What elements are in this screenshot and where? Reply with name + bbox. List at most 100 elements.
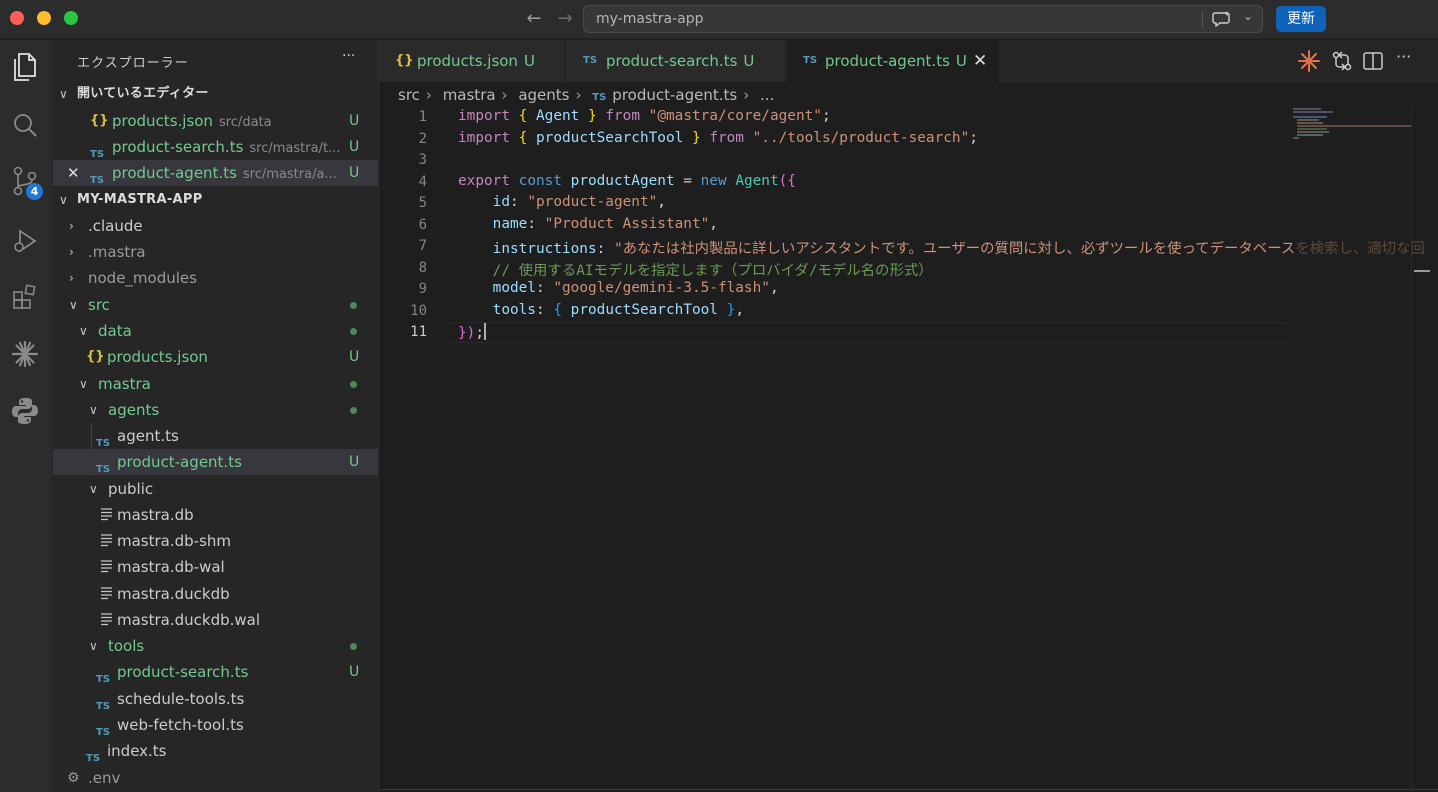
tab-products-json[interactable]: {} products.json U: [379, 40, 565, 82]
json-file-icon: {}: [86, 349, 105, 364]
code-editor[interactable]: 1 2 3 4 5 6 7 8 9 10 11 import { Agent }…: [379, 106, 1438, 792]
search-icon[interactable]: [8, 108, 42, 142]
tree-file[interactable]: ⚙ .env: [53, 765, 378, 791]
project-header[interactable]: ∨ MY-MASTRA-APP: [53, 187, 378, 213]
file-name: products.json: [107, 348, 208, 366]
folder-name: src: [88, 296, 110, 314]
chevron-right-icon: ›: [743, 86, 750, 104]
tree-file[interactable]: mastra.db: [53, 502, 378, 528]
vertical-scrollbar[interactable]: [1411, 106, 1412, 792]
minimap[interactable]: [1291, 106, 1411, 166]
tree-folder[interactable]: ∨ agents: [53, 397, 378, 423]
code-token: import: [458, 108, 510, 124]
line-number: 10: [410, 303, 427, 319]
close-window-button[interactable]: [10, 11, 24, 25]
command-center-search[interactable]: my-mastra-app ⌄: [583, 5, 1263, 33]
tree-folder[interactable]: ∨ data: [53, 318, 378, 344]
tree-file[interactable]: TS schedule-tools.ts: [53, 686, 378, 712]
tree-file[interactable]: TS agent.ts: [53, 423, 378, 449]
tab-product-search[interactable]: TS product-search.ts U: [566, 40, 786, 82]
breadcrumb-item[interactable]: mastra: [443, 86, 496, 104]
tree-file-selected[interactable]: TS product-agent.ts U: [53, 449, 378, 475]
code-line: import { productSearchTool } from "../to…: [458, 130, 978, 146]
tree-folder[interactable]: › node_modules: [53, 265, 378, 291]
tree-file[interactable]: TS index.ts: [53, 738, 378, 764]
minimize-window-button[interactable]: [37, 11, 51, 25]
open-editor-item-active[interactable]: ✕ TS product-agent.ts src/mastra/a... U: [53, 160, 378, 186]
tree-folder[interactable]: ∨ public: [53, 476, 378, 502]
back-arrow-icon[interactable]: ←: [523, 8, 545, 30]
activity-bar: 4: [0, 40, 53, 792]
chat-icon[interactable]: [1212, 11, 1232, 27]
breadcrumb-item[interactable]: ...: [760, 86, 774, 104]
tree-folder[interactable]: ∨ tools: [53, 633, 378, 659]
more-actions-icon[interactable]: ···: [1396, 47, 1411, 66]
text-file-icon: [101, 587, 112, 600]
tree-file[interactable]: mastra.duckdb.wal: [53, 607, 378, 633]
update-button[interactable]: 更新: [1276, 6, 1326, 32]
sparkle-icon[interactable]: [8, 337, 42, 371]
tree-folder[interactable]: ∨ mastra: [53, 371, 378, 397]
more-actions-icon[interactable]: ···: [342, 48, 355, 64]
open-editor-item[interactable]: TS product-search.ts src/mastra/t... U: [53, 134, 378, 160]
tree-folder[interactable]: ∨ src: [53, 292, 378, 318]
line-number: 1: [418, 109, 427, 125]
text-cursor: [484, 323, 487, 340]
code-token: :: [535, 302, 545, 318]
file-name: product-agent.ts: [112, 164, 237, 182]
breadcrumb-item[interactable]: agents: [518, 86, 569, 104]
tab-product-agent[interactable]: TS product-agent.ts U ✕: [787, 40, 999, 82]
folder-name: .claude: [88, 217, 143, 235]
line-number: 3: [418, 152, 427, 168]
python-icon[interactable]: [8, 394, 42, 428]
untracked-status: U: [349, 113, 360, 129]
breadcrumb-item[interactable]: product-agent.ts: [612, 86, 737, 104]
maximize-window-button[interactable]: [64, 11, 78, 25]
code-token: productSearchTool: [570, 302, 718, 318]
folder-name: .mastra: [88, 243, 146, 261]
tree-file[interactable]: TS web-fetch-tool.ts: [53, 712, 378, 738]
open-editor-item[interactable]: {} products.json src/data U: [53, 108, 378, 134]
forward-arrow-icon[interactable]: →: [554, 8, 576, 30]
sparkle-action-icon[interactable]: [1298, 50, 1320, 76]
untracked-status: U: [523, 52, 535, 70]
close-icon[interactable]: ✕: [973, 40, 987, 82]
code-token: export: [458, 173, 510, 189]
file-path: src/mastra/t...: [249, 141, 341, 156]
breadcrumb-item[interactable]: src: [398, 86, 420, 104]
compare-changes-icon[interactable]: [1331, 50, 1353, 76]
code-comment: // 使用するAIモデルを指定します（プロバイダ/モデル名の形式）: [492, 263, 933, 279]
code-token: を検索し、適切な回: [1295, 241, 1425, 257]
folder-name: agents: [108, 401, 160, 419]
modified-dot: [350, 381, 357, 388]
code-token: "../tools/product-search": [752, 130, 970, 146]
chevron-down-icon: ∨: [59, 87, 68, 101]
tab-label: products.json: [417, 52, 518, 70]
window-title: my-mastra-app: [596, 11, 704, 27]
code-token: ,: [769, 280, 779, 296]
file-path: src/data: [218, 115, 272, 130]
run-debug-icon[interactable]: [8, 224, 42, 258]
explorer-icon[interactable]: [8, 50, 42, 84]
tree-file[interactable]: mastra.duckdb: [53, 581, 378, 607]
split-editor-icon[interactable]: [1362, 50, 1384, 76]
line-number: 8: [418, 260, 427, 276]
breadcrumb: src › mastra › agents › TS product-agent.ts ›…: [398, 84, 780, 106]
file-name: index.ts: [107, 742, 167, 760]
folder-name: tools: [108, 637, 145, 655]
code-token: Agent: [735, 173, 779, 189]
tree-folder[interactable]: › .claude: [53, 213, 378, 239]
open-editors-header[interactable]: ∨ 開いているエディター: [53, 81, 378, 107]
code-line: instructions: "あなたは社内製品に詳しいアシスタントです。ユーザー…: [458, 237, 1425, 258]
close-icon[interactable]: ✕: [67, 160, 80, 186]
tree-folder[interactable]: › .mastra: [53, 239, 378, 265]
tree-file[interactable]: {} products.json U: [53, 344, 378, 370]
code-token: productAgent: [570, 173, 675, 189]
chevron-down-icon[interactable]: ⌄: [1243, 9, 1253, 23]
chevron-right-icon: ›: [69, 245, 74, 259]
tree-file[interactable]: mastra.db-shm: [53, 528, 378, 554]
tree-file[interactable]: TS product-search.ts U: [53, 659, 378, 685]
code-token: "@mastra/core/agent": [648, 108, 822, 124]
tree-file[interactable]: mastra.db-wal: [53, 554, 378, 580]
extensions-icon[interactable]: [8, 280, 42, 314]
